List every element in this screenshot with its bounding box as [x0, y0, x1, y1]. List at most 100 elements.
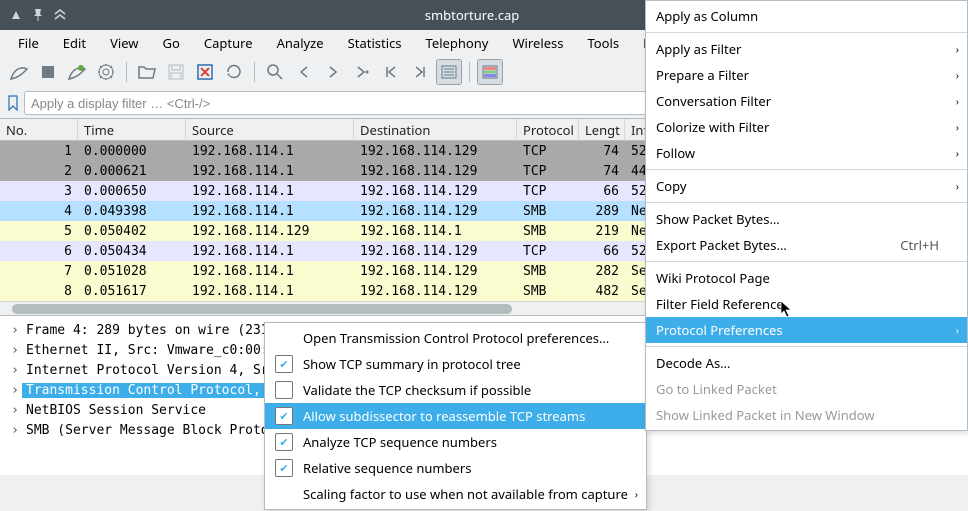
colorize-packets-icon[interactable]: [477, 59, 503, 85]
close-file-icon[interactable]: [192, 59, 218, 85]
menu-go[interactable]: Go: [153, 31, 190, 55]
menu-separator: [646, 169, 967, 170]
menu-capture[interactable]: Capture: [194, 31, 263, 55]
col-dst-header[interactable]: Destination: [354, 119, 517, 141]
packet-cell-dst: 192.168.114.129: [354, 244, 517, 259]
menu-item[interactable]: Colorize with Filter ›: [646, 114, 967, 140]
save-file-icon[interactable]: [163, 59, 189, 85]
menu-item[interactable]: Apply as Filter›: [646, 36, 967, 62]
expand-toggle-icon[interactable]: ›: [8, 403, 22, 418]
expand-toggle-icon[interactable]: ›: [8, 423, 22, 438]
menu-telephony[interactable]: Telephony: [416, 31, 499, 55]
reload-file-icon[interactable]: [221, 59, 247, 85]
go-next-packet-icon[interactable]: [320, 59, 346, 85]
pin-icon[interactable]: [32, 9, 44, 21]
filter-bookmark-icon[interactable]: [6, 92, 20, 114]
expand-toggle-icon[interactable]: ›: [8, 363, 22, 378]
restart-capture-icon[interactable]: [64, 59, 90, 85]
menu-item[interactable]: Open Transmission Control Protocol prefe…: [265, 325, 646, 351]
menu-separator: [646, 346, 967, 347]
menu-item[interactable]: Wiki Protocol Page: [646, 265, 967, 291]
app-menu-icon[interactable]: [10, 9, 22, 21]
menu-item[interactable]: Follow›: [646, 140, 967, 166]
stop-capture-icon[interactable]: [35, 59, 61, 85]
col-no-header[interactable]: No.: [0, 119, 78, 141]
col-time-header[interactable]: Time: [78, 119, 186, 141]
go-last-packet-icon[interactable]: [407, 59, 433, 85]
detail-label: Frame 4: 289 bytes on wire (231: [22, 323, 269, 338]
menu-analyze[interactable]: Analyze: [267, 31, 334, 55]
menu-item[interactable]: Apply as Column: [646, 3, 967, 29]
menu-item[interactable]: Show Packet Bytes…: [646, 206, 967, 232]
open-file-icon[interactable]: [134, 59, 160, 85]
menu-statistics[interactable]: Statistics: [338, 31, 412, 55]
packet-cell-time: 0.051028: [78, 264, 186, 279]
menu-item-label: Apply as Filter: [656, 40, 939, 58]
checkbox-icon: [275, 433, 293, 451]
menu-item-label: Colorize with Filter: [656, 118, 939, 136]
packet-cell-dst: 192.168.114.129: [354, 164, 517, 179]
packet-cell-no: 6: [0, 244, 78, 259]
menu-edit[interactable]: Edit: [53, 31, 96, 55]
packet-cell-no: 5: [0, 224, 78, 239]
go-to-packet-icon[interactable]: [349, 59, 375, 85]
detail-label: Transmission Control Protocol,: [22, 383, 269, 398]
menu-item[interactable]: Relative sequence numbers: [265, 455, 646, 481]
packet-cell-dst: 192.168.114.1: [354, 224, 517, 239]
menu-item[interactable]: Analyze TCP sequence numbers: [265, 429, 646, 455]
packet-cell-no: 1: [0, 144, 78, 159]
auto-scroll-icon[interactable]: [436, 59, 462, 85]
packet-cell-proto: TCP: [517, 144, 579, 159]
menu-item[interactable]: Show TCP summary in protocol tree: [265, 351, 646, 377]
menu-item[interactable]: Allow subdissector to reassemble TCP str…: [265, 403, 646, 429]
expand-toggle-icon[interactable]: ›: [8, 323, 22, 338]
packet-cell-src: 192.168.114.129: [186, 224, 354, 239]
start-capture-icon[interactable]: [6, 59, 32, 85]
expand-toggle-icon[interactable]: ›: [8, 343, 22, 358]
checkbox-icon: [275, 407, 293, 425]
submenu-arrow-icon: ›: [956, 68, 959, 82]
menu-tools[interactable]: Tools: [577, 31, 629, 55]
expand-toggle-icon[interactable]: ›: [8, 383, 22, 398]
menu-item-label: Protocol Preferences: [656, 321, 939, 339]
col-proto-header[interactable]: Protocol: [517, 119, 579, 141]
menu-item[interactable]: Export Packet Bytes… Ctrl+H: [646, 232, 967, 258]
menu-shortcut: Ctrl+H: [900, 236, 939, 254]
menu-item: Show Linked Packet in New Window: [646, 402, 967, 428]
checkbox-icon: [275, 355, 293, 373]
menu-item[interactable]: Copy›: [646, 173, 967, 199]
menu-item[interactable]: Scaling factor to use when not available…: [265, 481, 646, 507]
menu-item[interactable]: Decode As…: [646, 350, 967, 376]
packet-cell-dst: 192.168.114.129: [354, 264, 517, 279]
submenu-arrow-icon: ›: [956, 179, 959, 193]
submenu-arrow-icon: ›: [956, 94, 959, 108]
col-len-header[interactable]: Lengt: [579, 119, 625, 141]
packet-cell-proto: TCP: [517, 184, 579, 199]
chevron-up-icon[interactable]: [54, 9, 66, 21]
packet-cell-dst: 192.168.114.129: [354, 284, 517, 299]
checkbox-icon: [275, 459, 293, 477]
menu-item-label: Wiki Protocol Page: [656, 269, 939, 287]
find-packet-icon[interactable]: [262, 59, 288, 85]
menu-item[interactable]: Filter Field Reference: [646, 291, 967, 317]
menu-item-label: Export Packet Bytes…: [656, 236, 880, 254]
go-prev-packet-icon[interactable]: [291, 59, 317, 85]
menu-item[interactable]: Prepare a Filter›: [646, 62, 967, 88]
packet-cell-proto: SMB: [517, 264, 579, 279]
menu-file[interactable]: File: [8, 31, 49, 55]
packet-cell-time: 0.050434: [78, 244, 186, 259]
packet-cell-time: 0.000000: [78, 144, 186, 159]
menu-item[interactable]: Conversation Filter›: [646, 88, 967, 114]
submenu-arrow-icon: ›: [956, 120, 959, 134]
menu-wireless[interactable]: Wireless: [502, 31, 573, 55]
col-src-header[interactable]: Source: [186, 119, 354, 141]
menu-item[interactable]: Protocol Preferences›: [646, 317, 967, 343]
capture-options-icon[interactable]: [93, 59, 119, 85]
menu-item-label: Relative sequence numbers: [303, 459, 618, 477]
menu-item[interactable]: Validate the TCP checksum if possible: [265, 377, 646, 403]
packet-cell-len: 282: [579, 264, 625, 279]
packet-cell-no: 3: [0, 184, 78, 199]
packet-cell-time: 0.051617: [78, 284, 186, 299]
menu-view[interactable]: View: [100, 31, 148, 55]
go-first-packet-icon[interactable]: [378, 59, 404, 85]
